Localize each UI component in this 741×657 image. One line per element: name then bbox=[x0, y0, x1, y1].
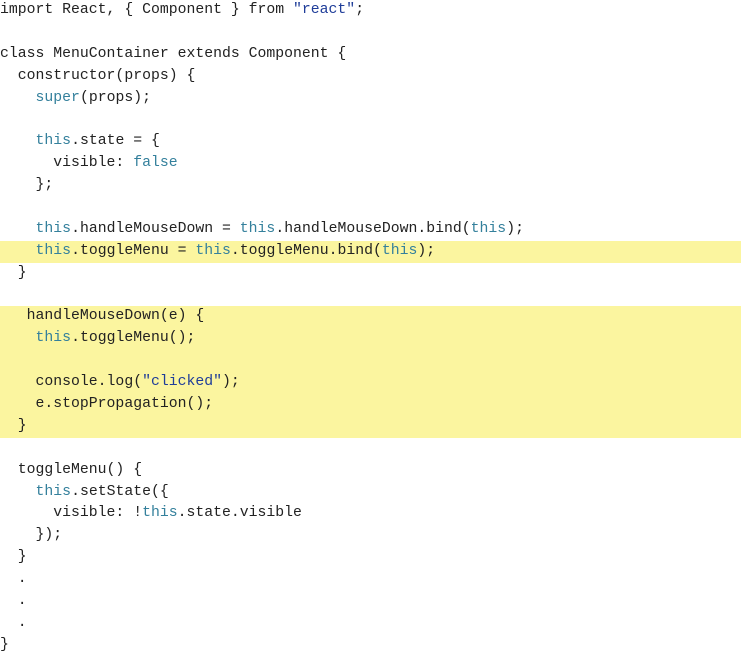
highlighted-code-line: e.stopPropagation(); bbox=[0, 394, 741, 416]
code-token: visible: ! bbox=[0, 505, 143, 522]
code-token: . bbox=[0, 614, 27, 631]
code-token: visible: bbox=[0, 155, 134, 172]
code-token: this bbox=[35, 242, 72, 259]
code-token: . bbox=[0, 593, 27, 610]
code-token: console.log( bbox=[0, 374, 143, 391]
code-token: ); bbox=[222, 374, 240, 391]
code-line: . bbox=[0, 591, 741, 613]
code-line: import React, { Component } from "react"… bbox=[0, 0, 741, 22]
code-line: }; bbox=[0, 175, 741, 197]
code-token: } bbox=[0, 636, 9, 653]
code-token: class MenuContainer extends Component { bbox=[0, 45, 347, 62]
highlighted-code-line: this.toggleMenu(); bbox=[0, 328, 741, 351]
code-token: this bbox=[470, 220, 507, 237]
code-token: super bbox=[35, 89, 80, 106]
code-line: } bbox=[0, 547, 741, 569]
code-line: constructor(props) { bbox=[0, 66, 741, 88]
code-token: "clicked" bbox=[142, 374, 222, 391]
highlighted-code-line: handleMouseDown(e) { bbox=[0, 306, 741, 329]
code-token: }; bbox=[0, 177, 54, 194]
code-token: this bbox=[142, 505, 178, 522]
highlighted-code-line: } bbox=[0, 415, 741, 438]
code-line: visible: !this.state.visible bbox=[0, 503, 741, 525]
code-token: }); bbox=[0, 527, 63, 544]
code-token: .setState({ bbox=[71, 483, 169, 500]
code-token: this bbox=[35, 133, 72, 150]
code-token: } bbox=[0, 549, 27, 566]
code-token: this bbox=[35, 483, 72, 500]
code-listing: import React, { Component } from "react"… bbox=[0, 0, 741, 657]
code-token: "react" bbox=[293, 2, 356, 18]
highlighted-code-line: this.toggleMenu = this.toggleMenu.bind(t… bbox=[0, 240, 741, 263]
highlighted-code-line bbox=[0, 350, 741, 373]
code-token: this bbox=[35, 220, 72, 237]
code-token: ; bbox=[355, 2, 365, 18]
code-token: import React, { Component } from bbox=[0, 2, 294, 18]
code-token: ); bbox=[417, 242, 436, 259]
code-token: ); bbox=[506, 220, 524, 237]
code-token: handleMouseDown(e) { bbox=[0, 308, 205, 325]
code-line: . bbox=[0, 613, 741, 635]
code-token: .toggleMenu(); bbox=[71, 330, 196, 347]
code-token: .toggleMenu.bind( bbox=[230, 242, 382, 259]
code-token: this bbox=[239, 220, 276, 237]
code-token: constructor(props) { bbox=[0, 67, 196, 84]
code-line: this.setState({ bbox=[0, 482, 741, 504]
code-token: toggleMenu() { bbox=[0, 461, 143, 478]
code-line: } bbox=[0, 263, 741, 285]
code-token: this bbox=[35, 330, 72, 347]
code-line: } bbox=[0, 635, 741, 657]
code-token: this bbox=[381, 242, 418, 259]
code-line: . bbox=[0, 569, 741, 591]
code-token: .handleMouseDown.bind( bbox=[275, 220, 471, 237]
code-token: . bbox=[0, 571, 27, 588]
code-line: this.handleMouseDown = this.handleMouseD… bbox=[0, 219, 741, 241]
code-line: this.state = { bbox=[0, 131, 741, 153]
code-line: super(props); bbox=[0, 88, 741, 110]
code-token: .state.visible bbox=[177, 505, 302, 522]
code-token: e.stopPropagation(); bbox=[0, 396, 214, 413]
code-token: false bbox=[133, 155, 178, 172]
code-line: toggleMenu() { bbox=[0, 460, 741, 482]
code-line: visible: false bbox=[0, 153, 741, 175]
code-token: } bbox=[0, 417, 27, 434]
code-token: } bbox=[0, 264, 27, 281]
highlighted-code-line: console.log("clicked"); bbox=[0, 372, 741, 395]
code-token: this bbox=[195, 242, 231, 259]
code-token: .handleMouseDown = bbox=[71, 220, 240, 237]
code-line: class MenuContainer extends Component { bbox=[0, 44, 741, 66]
code-token: (props); bbox=[79, 89, 151, 106]
code-line: }); bbox=[0, 525, 741, 547]
code-token: .toggleMenu = bbox=[71, 242, 196, 259]
code-token: .state = { bbox=[71, 133, 160, 150]
